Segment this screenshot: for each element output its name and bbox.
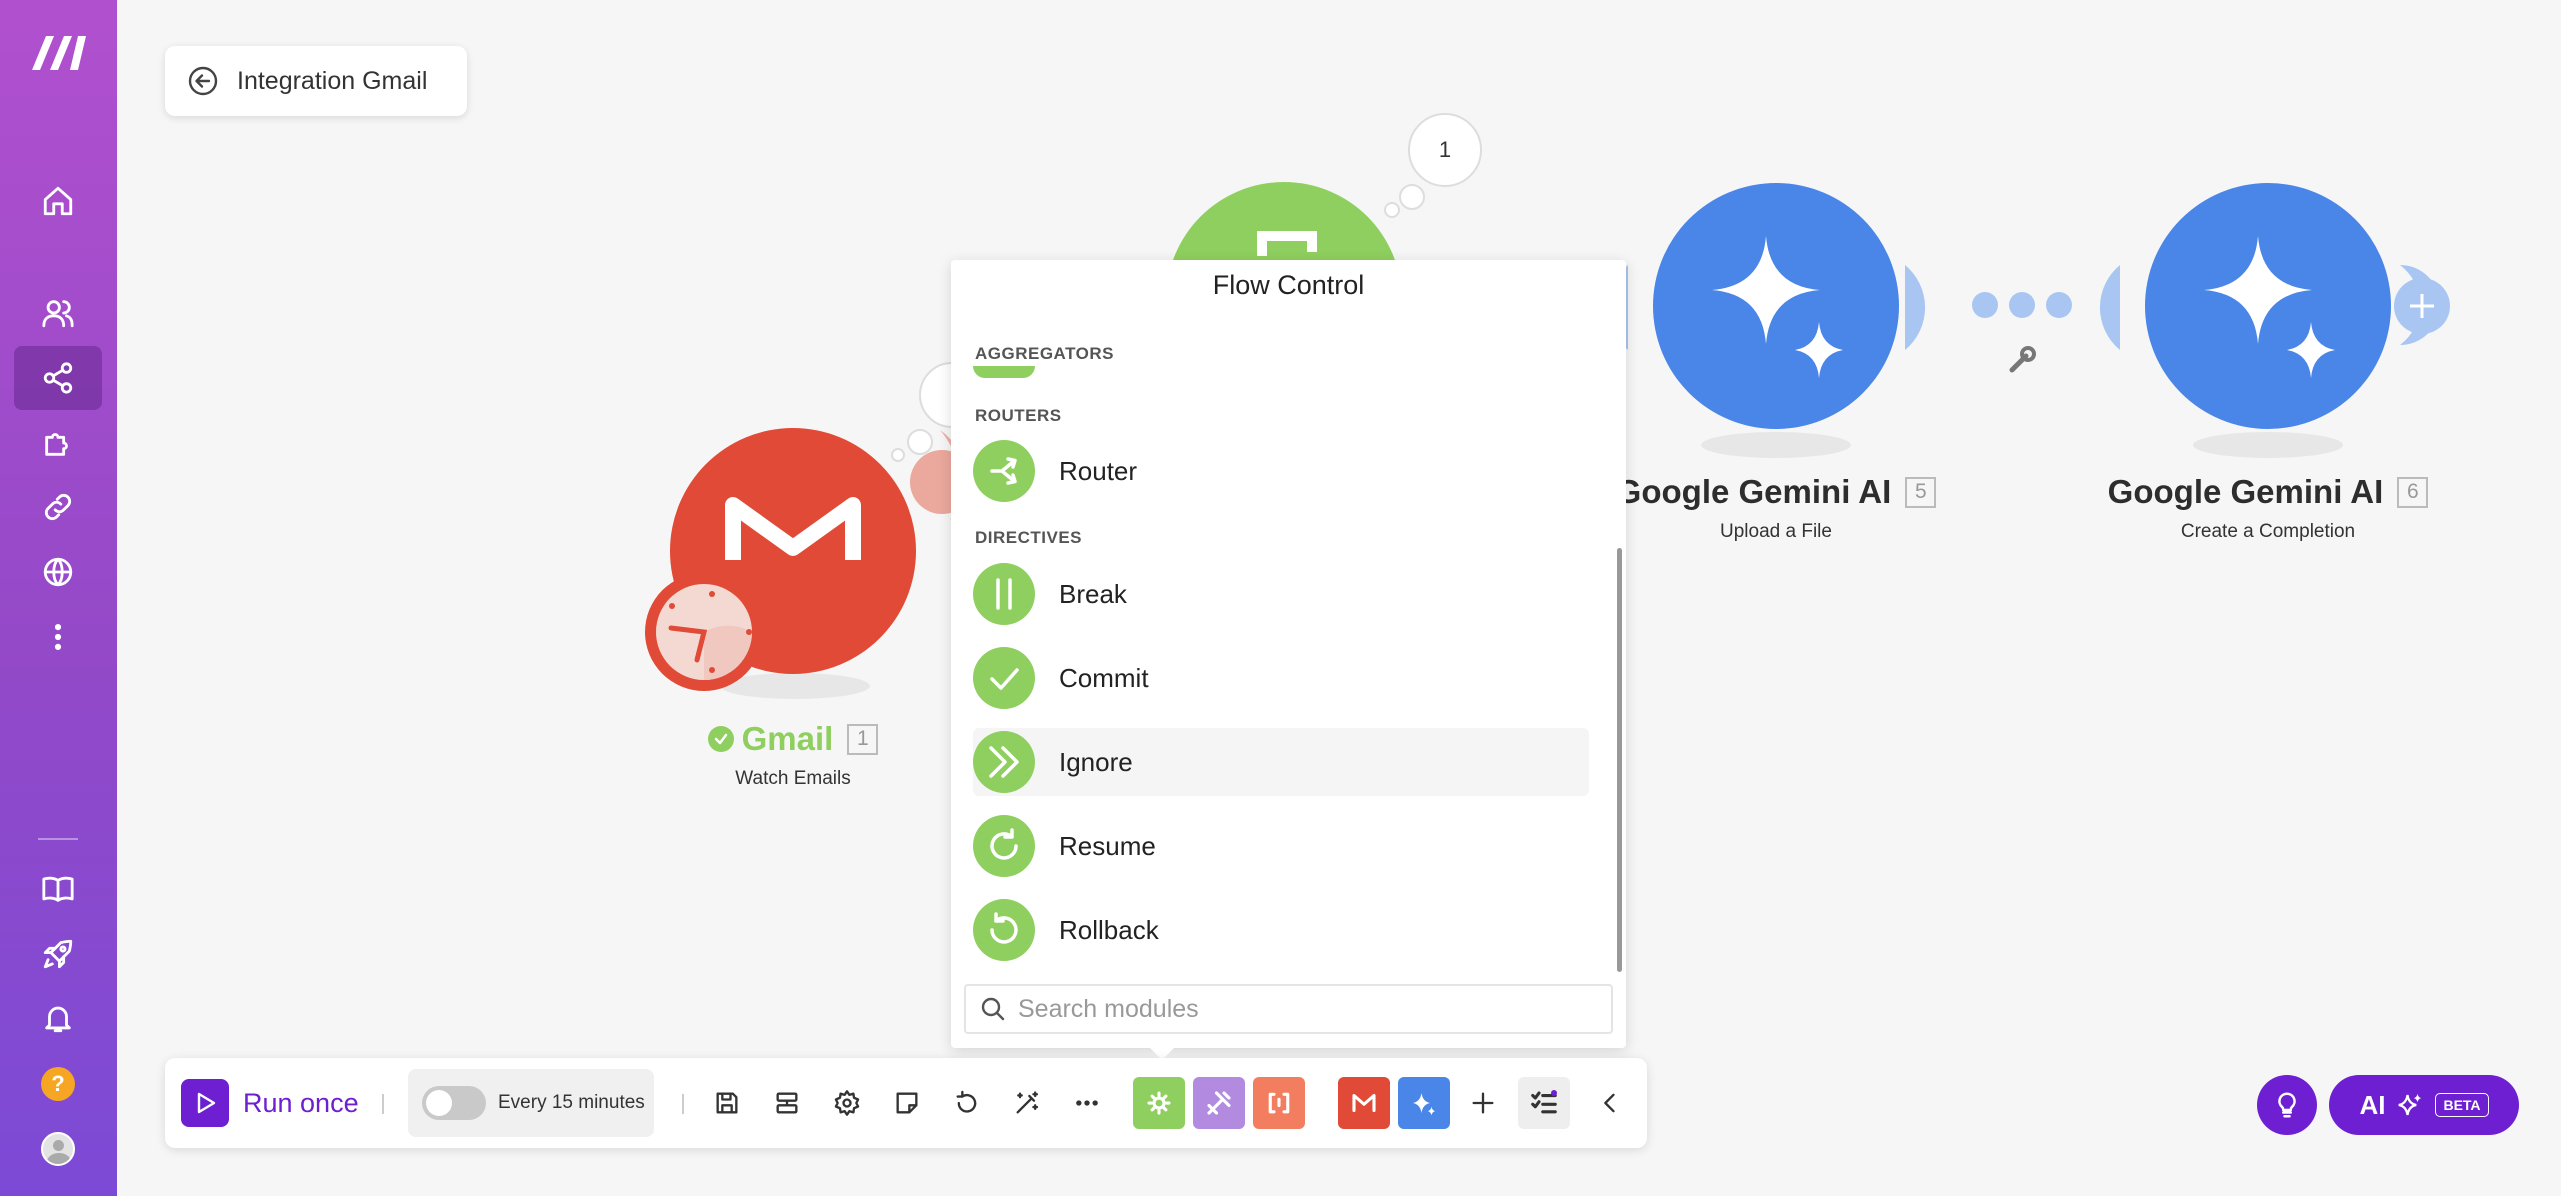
tools-button[interactable] <box>1193 1077 1245 1129</box>
beta-badge: BETA <box>2435 1093 2489 1117</box>
node-label-gmail[interactable]: Gmail 1 Watch Emails <box>655 720 931 790</box>
module-resume[interactable]: Resume <box>973 812 1589 880</box>
operations-bubble[interactable]: 1 <box>1408 113 1482 187</box>
gmail-icon <box>1352 1093 1376 1113</box>
tips-button[interactable] <box>2257 1075 2317 1135</box>
node-number: 6 <box>2397 476 2429 508</box>
sparkle-icon <box>2398 1093 2422 1116</box>
module-label: Break <box>1059 578 1127 609</box>
toolbar-divider <box>682 1094 684 1114</box>
run-once-button[interactable]: Run once <box>181 1078 359 1128</box>
save-button[interactable] <box>704 1080 750 1126</box>
note-icon <box>896 1092 918 1114</box>
node-name: Gmail <box>741 720 834 757</box>
success-check-icon <box>707 726 734 752</box>
module-commit[interactable]: Commit <box>973 644 1589 712</box>
save-icon <box>716 1092 738 1114</box>
module-rollback[interactable]: Rollback <box>973 896 1589 964</box>
connection-dot[interactable] <box>1972 292 1998 318</box>
popup-scrollbar[interactable] <box>1617 548 1622 972</box>
operations-count: 1 <box>1438 137 1452 162</box>
module-label: Ignore <box>1059 746 1133 777</box>
gmail-favorite-button[interactable] <box>1338 1077 1390 1129</box>
play-icon <box>181 1079 229 1127</box>
auto-align-button[interactable] <box>1004 1080 1050 1126</box>
text-parser-button[interactable] <box>1253 1077 1305 1129</box>
tools-icon <box>1207 1091 1231 1115</box>
lightbulb-icon <box>2278 1092 2296 1118</box>
plus-icon <box>1472 1092 1494 1114</box>
flow-control-popup: Flow Control AGGREGATORS ROUTERS Router … <box>951 260 1626 1048</box>
search-icon <box>981 997 1005 1021</box>
node-number: 5 <box>1905 476 1937 508</box>
connection-dot[interactable] <box>2046 292 2072 318</box>
node-label-gemini-5[interactable]: Google Gemini AI 5 Upload a File <box>1601 473 1951 543</box>
module-label: Router <box>1059 455 1138 486</box>
flow-control-button[interactable] <box>1133 1077 1185 1129</box>
gemini-favorite-button[interactable] <box>1398 1077 1450 1129</box>
toolbar-divider <box>382 1094 384 1114</box>
check-icon <box>990 668 1019 690</box>
module-ignore[interactable]: Ignore <box>973 728 1589 796</box>
bottom-toolbar: Run once Every 15 minutes <box>165 1058 1647 1148</box>
undo-icon <box>956 1090 977 1113</box>
run-once-label: Run once <box>243 1087 359 1118</box>
section-directives: DIRECTIVES <box>975 528 1083 547</box>
undo-icon <box>990 912 1018 944</box>
schedule-toggle[interactable] <box>422 1086 486 1120</box>
chevron-left-icon <box>1604 1093 1615 1113</box>
connection-dot[interactable] <box>2009 292 2035 318</box>
router-icon <box>990 457 1017 485</box>
add-favorite-button[interactable] <box>1460 1080 1506 1126</box>
wrench-icon[interactable] <box>2009 346 2036 373</box>
node-number: 1 <box>847 723 879 755</box>
schedule-control[interactable]: Every 15 minutes <box>408 1069 654 1137</box>
collapse-toolbar-button[interactable] <box>1587 1080 1633 1126</box>
search-input[interactable] <box>1018 994 1578 1024</box>
node-subtitle: Create a Completion <box>2180 521 2356 542</box>
magic-wand-icon <box>1016 1091 1039 1114</box>
history-button[interactable] <box>944 1080 990 1126</box>
node-name: Google Gemini AI <box>1615 473 1892 510</box>
ai-assistant-button[interactable]: AI BETA <box>2329 1075 2519 1135</box>
pause-icon <box>996 578 1012 610</box>
module-label: Rollback <box>1059 914 1159 945</box>
align-button[interactable] <box>764 1080 810 1126</box>
sparkle-icon <box>1412 1093 1436 1116</box>
module-search[interactable] <box>964 984 1613 1034</box>
more-horizontal-icon <box>1076 1100 1098 1106</box>
more-options-button[interactable] <box>1064 1080 1110 1126</box>
checklist-button[interactable] <box>1518 1077 1570 1129</box>
section-aggregators: AGGREGATORS <box>975 344 1114 363</box>
schedule-label: Every 15 minutes <box>498 1092 645 1113</box>
aggregator-partial-icon <box>973 366 1035 378</box>
settings-button[interactable] <box>824 1080 870 1126</box>
node-subtitle: Upload a File <box>1720 521 1832 542</box>
section-routers: ROUTERS <box>975 406 1062 425</box>
checklist-icon <box>1531 1090 1557 1114</box>
layout-icon <box>776 1092 798 1114</box>
module-label: Commit <box>1059 662 1149 693</box>
gear-icon <box>1147 1091 1171 1115</box>
redo-icon <box>990 828 1018 860</box>
module-router[interactable]: Router <box>973 437 1589 505</box>
node-name: Google Gemini AI <box>2107 473 2384 510</box>
popup-title: Flow Control <box>1212 270 1365 300</box>
module-break[interactable]: Break <box>973 560 1589 628</box>
module-label: Resume <box>1059 830 1156 861</box>
notes-button[interactable] <box>884 1080 930 1126</box>
ai-label: AI <box>2359 1089 2386 1120</box>
node-label-gemini-6[interactable]: Google Gemini AI 6 Create a Completion <box>2093 473 2443 543</box>
brackets-icon <box>1268 1092 1290 1114</box>
node-subtitle: Watch Emails <box>735 768 851 789</box>
double-chevron-icon <box>989 746 1019 778</box>
gear-icon <box>834 1090 860 1116</box>
